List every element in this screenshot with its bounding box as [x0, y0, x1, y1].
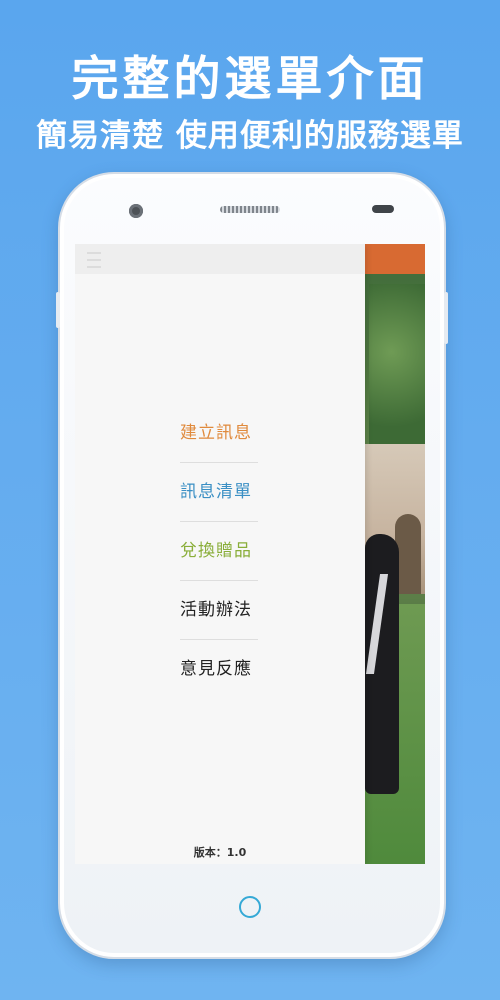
menu-item-redeem-gifts[interactable]: 兌換贈品 — [180, 522, 258, 581]
version-label: 版本：1.0 — [193, 846, 247, 859]
speaker-grille — [220, 206, 280, 213]
promo-subline: 簡易清楚 使用便利的服務選單 — [36, 118, 464, 154]
menu-item-feedback[interactable]: 意見反應 — [180, 640, 258, 698]
navigation-drawer: 建立訊息 訊息清單 兌換贈品 活動辦法 意見反應 版本：1.0 — [75, 244, 365, 864]
ghost-header — [75, 244, 365, 274]
phone-screen: 建立訊息 訊息清單 兌換贈品 活動辦法 意見反應 版本：1.0 — [75, 244, 425, 864]
promo-headline: 完整的選單介面 — [71, 52, 429, 107]
background-photo — [365, 244, 425, 864]
home-button[interactable] — [239, 896, 261, 918]
proximity-sensor — [372, 205, 394, 213]
menu-item-event-rules[interactable]: 活動辦法 — [180, 581, 258, 640]
menu-item-create-message[interactable]: 建立訊息 — [180, 404, 258, 463]
tree-foliage — [369, 284, 425, 454]
phone-frame: 建立訊息 訊息清單 兌換贈品 活動辦法 意見反應 版本：1.0 — [56, 172, 448, 959]
drawer-menu: 建立訊息 訊息清單 兌換贈品 活動辦法 意見反應 — [180, 404, 258, 698]
power-button — [444, 292, 448, 344]
hamburger-menu-icon[interactable] — [87, 252, 101, 268]
volume-button — [56, 292, 60, 328]
app-header-bar — [365, 244, 425, 274]
menu-item-message-list[interactable]: 訊息清單 — [180, 463, 258, 522]
camera-icon — [129, 204, 143, 218]
